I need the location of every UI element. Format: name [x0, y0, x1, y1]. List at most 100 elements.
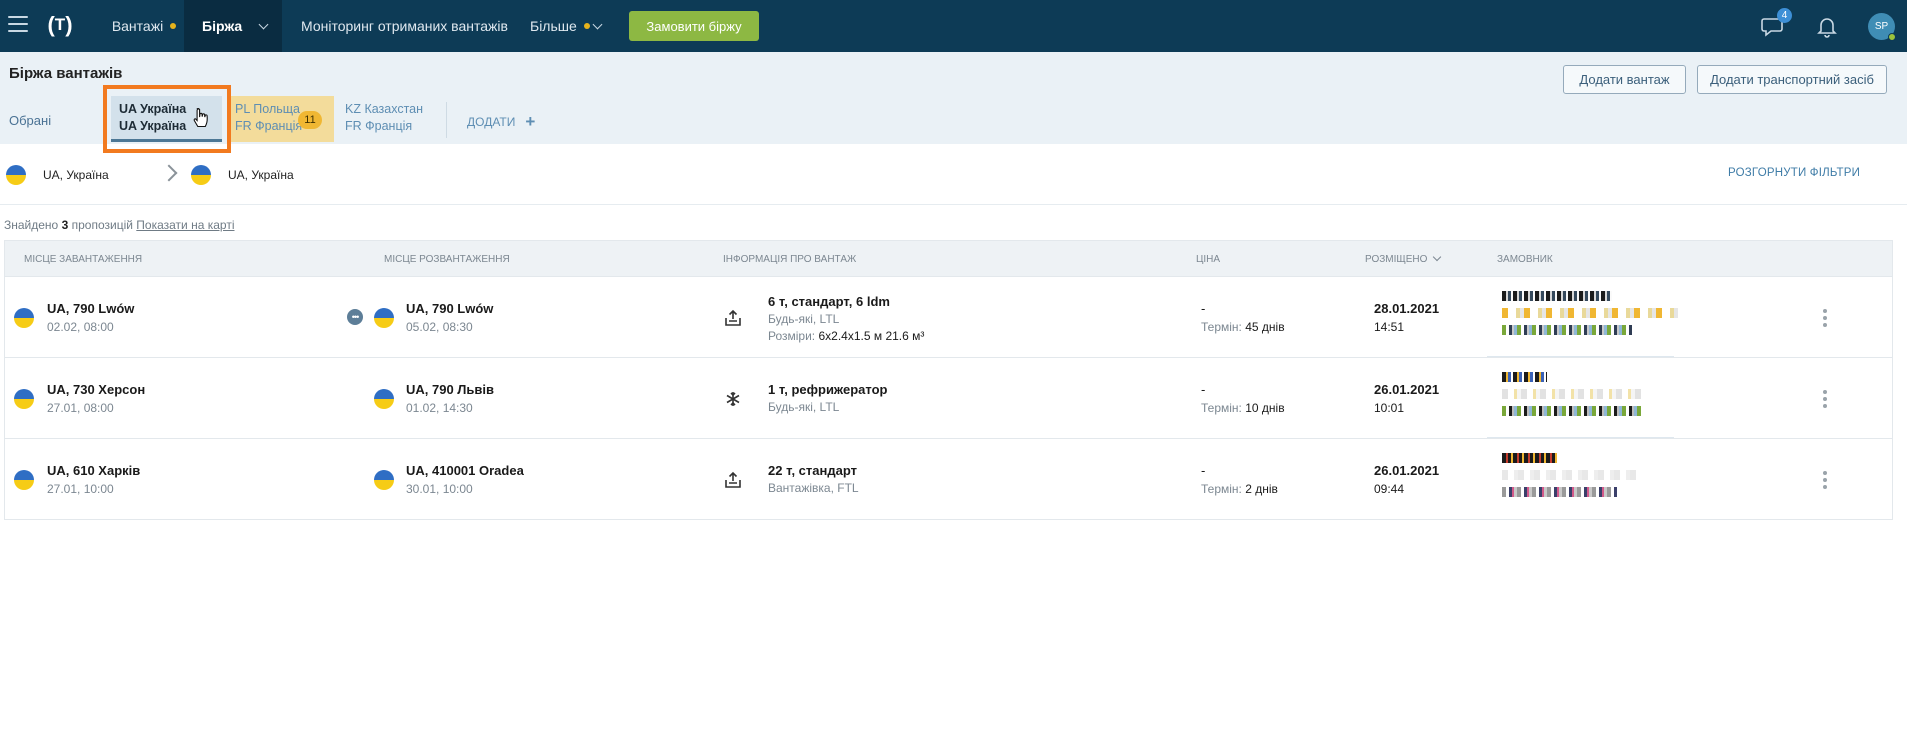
nav-item-label: Більше — [530, 18, 577, 34]
posted-cell: 28.01.2021 14:51 — [1374, 301, 1439, 334]
price-cell: - Термін: 2 днів — [1201, 463, 1278, 496]
unloading-date: 30.01, 10:00 — [406, 482, 473, 496]
user-avatar[interactable]: SP — [1868, 13, 1896, 41]
column-header-price[interactable]: ЦІНА — [1196, 254, 1220, 265]
tab-divider — [446, 102, 447, 138]
unloading-city: UA, 790 Lwów — [406, 301, 494, 316]
sort-desc-icon — [1433, 253, 1442, 262]
avatar-initials: SP — [1874, 21, 1889, 32]
chevron-down-icon — [258, 19, 269, 29]
chat-indicator-icon[interactable]: ••• — [347, 309, 363, 325]
results-prefix: Знайдено — [4, 218, 59, 232]
ukraine-flag-icon — [374, 470, 394, 490]
loading-place: UA, 730 Херсон 27.01, 08:00 — [47, 382, 145, 415]
loading-date: 27.01, 10:00 — [47, 482, 114, 496]
add-tab-label: ДОДАТИ — [467, 115, 516, 129]
tab-origin-label: KZ Казахстан — [345, 102, 424, 116]
unloading-place: UA, 410001 Oradea 30.01, 10:00 — [406, 463, 524, 496]
price-cell: - Термін: 45 днів — [1201, 301, 1285, 334]
ukraine-flag-icon — [6, 165, 26, 185]
add-cargo-button[interactable]: Додати вантаж — [1563, 65, 1686, 94]
loading-date: 27.01, 08:00 — [47, 401, 114, 415]
hamburger-menu-icon[interactable] — [8, 16, 28, 34]
dimensions-label: Розміри: — [768, 329, 816, 343]
row-more-options-icon[interactable] — [1823, 309, 1827, 327]
price-cell: - Термін: 10 днів — [1201, 382, 1285, 415]
price-value: - — [1201, 382, 1206, 397]
order-exchange-button[interactable]: Замовити біржу — [629, 11, 759, 41]
column-header-unloading[interactable]: МІСЦЕ РОЗВАНТАЖЕННЯ — [384, 254, 510, 265]
table-row[interactable]: UA, 730 Херсон 27.01, 08:00 UA, 790 Льві… — [5, 357, 1892, 439]
add-vehicle-button[interactable]: Додати транспортний засіб — [1697, 65, 1887, 94]
term-value: 45 днів — [1245, 320, 1285, 334]
upload-box-icon — [725, 309, 741, 326]
tab-route-pl-fr[interactable]: PL Польща FR Франція 11 — [227, 96, 334, 142]
unloading-place: UA, 790 Lwów 05.02, 08:30 — [406, 301, 493, 334]
column-header-customer: ЗАМОВНИК — [1497, 254, 1553, 265]
cargo-type: Вантажівка, FTL — [768, 481, 859, 495]
route-from-selector[interactable]: UA, Україна — [6, 165, 109, 185]
loading-city: UA, 790 Lwów — [47, 301, 135, 316]
new-offers-count-badge: 11 — [298, 111, 322, 129]
column-header-posted[interactable]: РОЗМІЩЕНО — [1365, 253, 1442, 265]
ukraine-flag-icon — [191, 165, 211, 185]
nav-item-cargo[interactable]: Вантажі — [104, 0, 184, 52]
route-from-label: UA, Україна — [43, 168, 109, 182]
posted-date: 26.01.2021 — [1374, 463, 1440, 478]
row-more-options-icon[interactable] — [1823, 471, 1827, 489]
term-label: Термін: — [1201, 401, 1242, 415]
table-row[interactable]: UA, 790 Lwów 02.02, 08:00 ••• UA, 790 Lw… — [5, 276, 1892, 358]
customer-info-redacted[interactable] — [1502, 453, 1678, 507]
cargo-info: 22 т, стандарт Вантажівка, FTL — [768, 463, 859, 495]
posted-time: 09:44 — [1374, 482, 1405, 496]
price-value: - — [1201, 463, 1206, 478]
cargo-type: Будь-які, LTL — [768, 312, 840, 326]
tab-favorites[interactable]: Обрані — [9, 113, 51, 128]
snowflake-icon — [726, 392, 740, 406]
customer-info-redacted[interactable] — [1502, 372, 1678, 426]
loading-place: UA, 790 Lwów 02.02, 08:00 — [47, 301, 134, 334]
column-header-cargo[interactable]: ІНФОРМАЦІЯ ПРО ВАНТАЖ — [723, 254, 856, 265]
show-on-map-link[interactable]: Показати на карті — [136, 218, 234, 232]
cargo-info: 1 т, рефрижератор Будь-які, LTL — [768, 382, 887, 414]
price-value: - — [1201, 301, 1206, 316]
term-value: 2 днів — [1245, 482, 1278, 496]
nav-item-more[interactable]: Більше — [530, 0, 603, 52]
add-tab-button[interactable]: ДОДАТИ + — [467, 113, 535, 130]
results-count: 3 — [61, 218, 69, 232]
nav-item-monitoring[interactable]: Моніторинг отриманих вантажів — [301, 0, 508, 52]
expand-filters-link[interactable]: РОЗГОРНУТИ ФІЛЬТРИ — [1728, 167, 1860, 179]
tab-route-kz-fr[interactable]: KZ Казахстан FR Франція — [337, 96, 437, 142]
ukraine-flag-icon — [14, 308, 34, 328]
unloading-date: 01.02, 14:30 — [406, 401, 473, 415]
unloading-date: 05.02, 08:30 — [406, 320, 473, 334]
term-label: Термін: — [1201, 482, 1242, 496]
posted-cell: 26.01.2021 09:44 — [1374, 463, 1439, 496]
table-row[interactable]: UA, 610 Харків 27.01, 10:00 UA, 410001 O… — [5, 438, 1892, 519]
posted-cell: 26.01.2021 10:01 — [1374, 382, 1439, 415]
nav-item-label: Вантажі — [111, 18, 164, 34]
notification-dot-icon — [170, 23, 177, 29]
dimensions-value: 6x2.4x1.5 м 21.6 м³ — [818, 329, 925, 343]
messages-icon[interactable]: 4 — [1761, 8, 1792, 38]
table-header: МІСЦЕ ЗАВАНТАЖЕННЯ МІСЦЕ РОЗВАНТАЖЕННЯ І… — [5, 241, 1892, 276]
offers-table: МІСЦЕ ЗАВАНТАЖЕННЯ МІСЦЕ РОЗВАНТАЖЕННЯ І… — [4, 240, 1893, 520]
tab-destination-label: FR Франція — [345, 119, 413, 133]
nav-item-label: Біржа — [202, 18, 243, 34]
notifications-bell-icon[interactable] — [1815, 14, 1839, 38]
unloading-city: UA, 790 Львів — [406, 382, 495, 397]
ukraine-flag-icon — [374, 308, 394, 328]
highlight-annotation-box — [103, 85, 231, 153]
posted-date: 28.01.2021 — [1374, 301, 1440, 316]
app-logo[interactable]: (T) — [40, 12, 80, 38]
ukraine-flag-icon — [14, 389, 34, 409]
posted-date: 26.01.2021 — [1374, 382, 1440, 397]
ukraine-flag-icon — [374, 389, 394, 409]
top-navigation-bar: (T) Вантажі Біржа Моніторинг отриманих в… — [0, 0, 1907, 52]
customer-info-redacted[interactable] — [1502, 291, 1678, 345]
column-header-loading[interactable]: МІСЦЕ ЗАВАНТАЖЕННЯ — [24, 254, 142, 265]
row-more-options-icon[interactable] — [1823, 390, 1827, 408]
unloading-city: UA, 410001 Oradea — [406, 463, 524, 478]
nav-item-exchange[interactable]: Біржа — [184, 0, 282, 52]
route-to-selector[interactable]: UA, Україна — [191, 165, 294, 185]
